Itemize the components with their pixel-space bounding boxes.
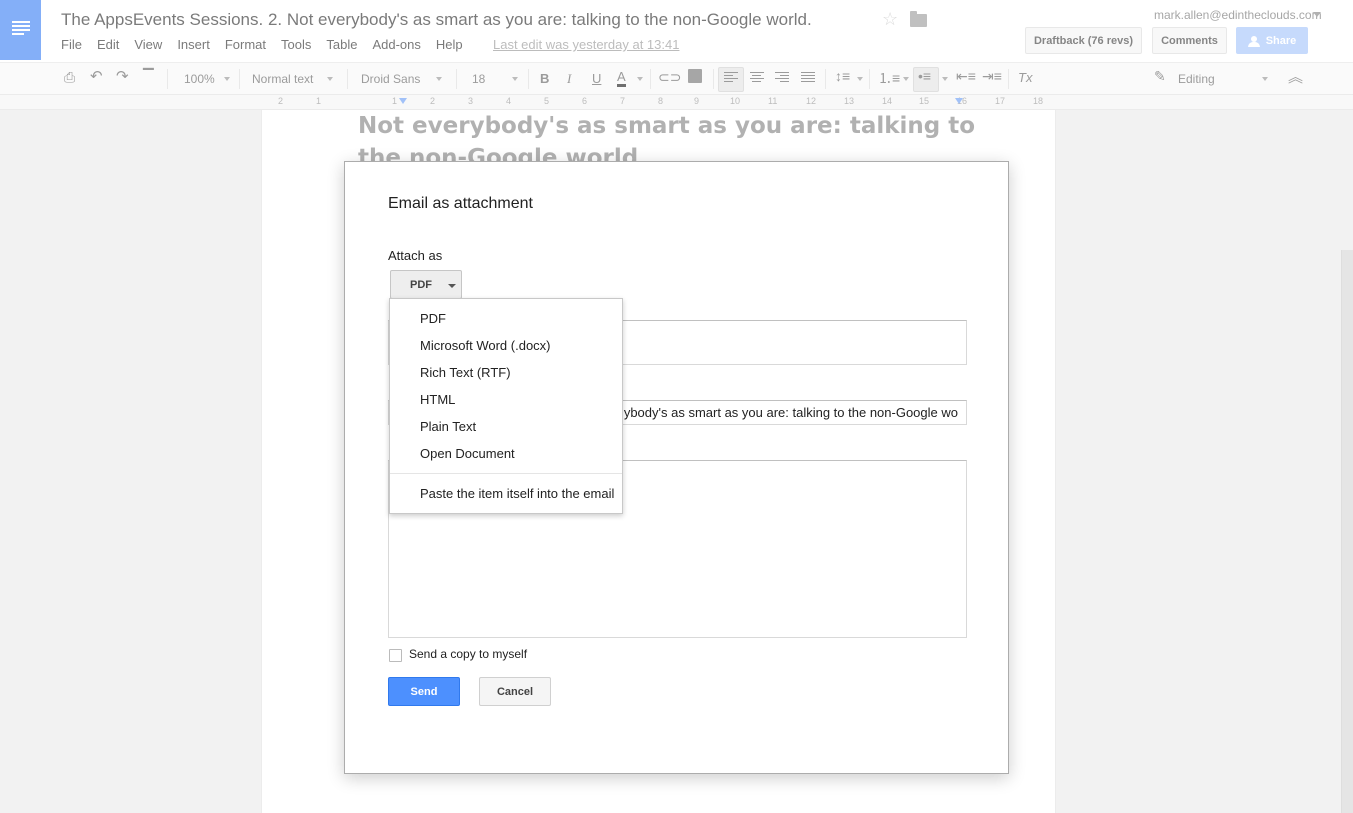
menu-option-html[interactable]: HTML [390, 386, 622, 413]
menu-option-open-document[interactable]: Open Document [390, 440, 622, 467]
send-copy-label[interactable]: Send a copy to myself [409, 647, 527, 661]
dialog-title: Email as attachment [388, 195, 533, 212]
attach-format-value: PDF [410, 278, 432, 291]
cancel-button[interactable]: Cancel [479, 677, 551, 706]
menu-divider [390, 473, 622, 474]
attach-format-select[interactable]: PDF [390, 270, 462, 299]
chevron-down-icon [448, 284, 456, 288]
menu-option-rtf[interactable]: Rich Text (RTF) [390, 359, 622, 386]
send-copy-checkbox[interactable] [389, 649, 402, 662]
menu-option-docx[interactable]: Microsoft Word (.docx) [390, 332, 622, 359]
subject-value: ybody's as smart as you are: talking to … [623, 405, 958, 420]
menu-option-pdf[interactable]: PDF [390, 305, 622, 332]
menu-option-paste-item[interactable]: Paste the item itself into the email [390, 480, 622, 507]
attach-as-label: Attach as [388, 248, 443, 263]
menu-option-plain-text[interactable]: Plain Text [390, 413, 622, 440]
attach-format-menu: PDF Microsoft Word (.docx) Rich Text (RT… [389, 298, 623, 514]
send-button[interactable]: Send [388, 677, 460, 706]
